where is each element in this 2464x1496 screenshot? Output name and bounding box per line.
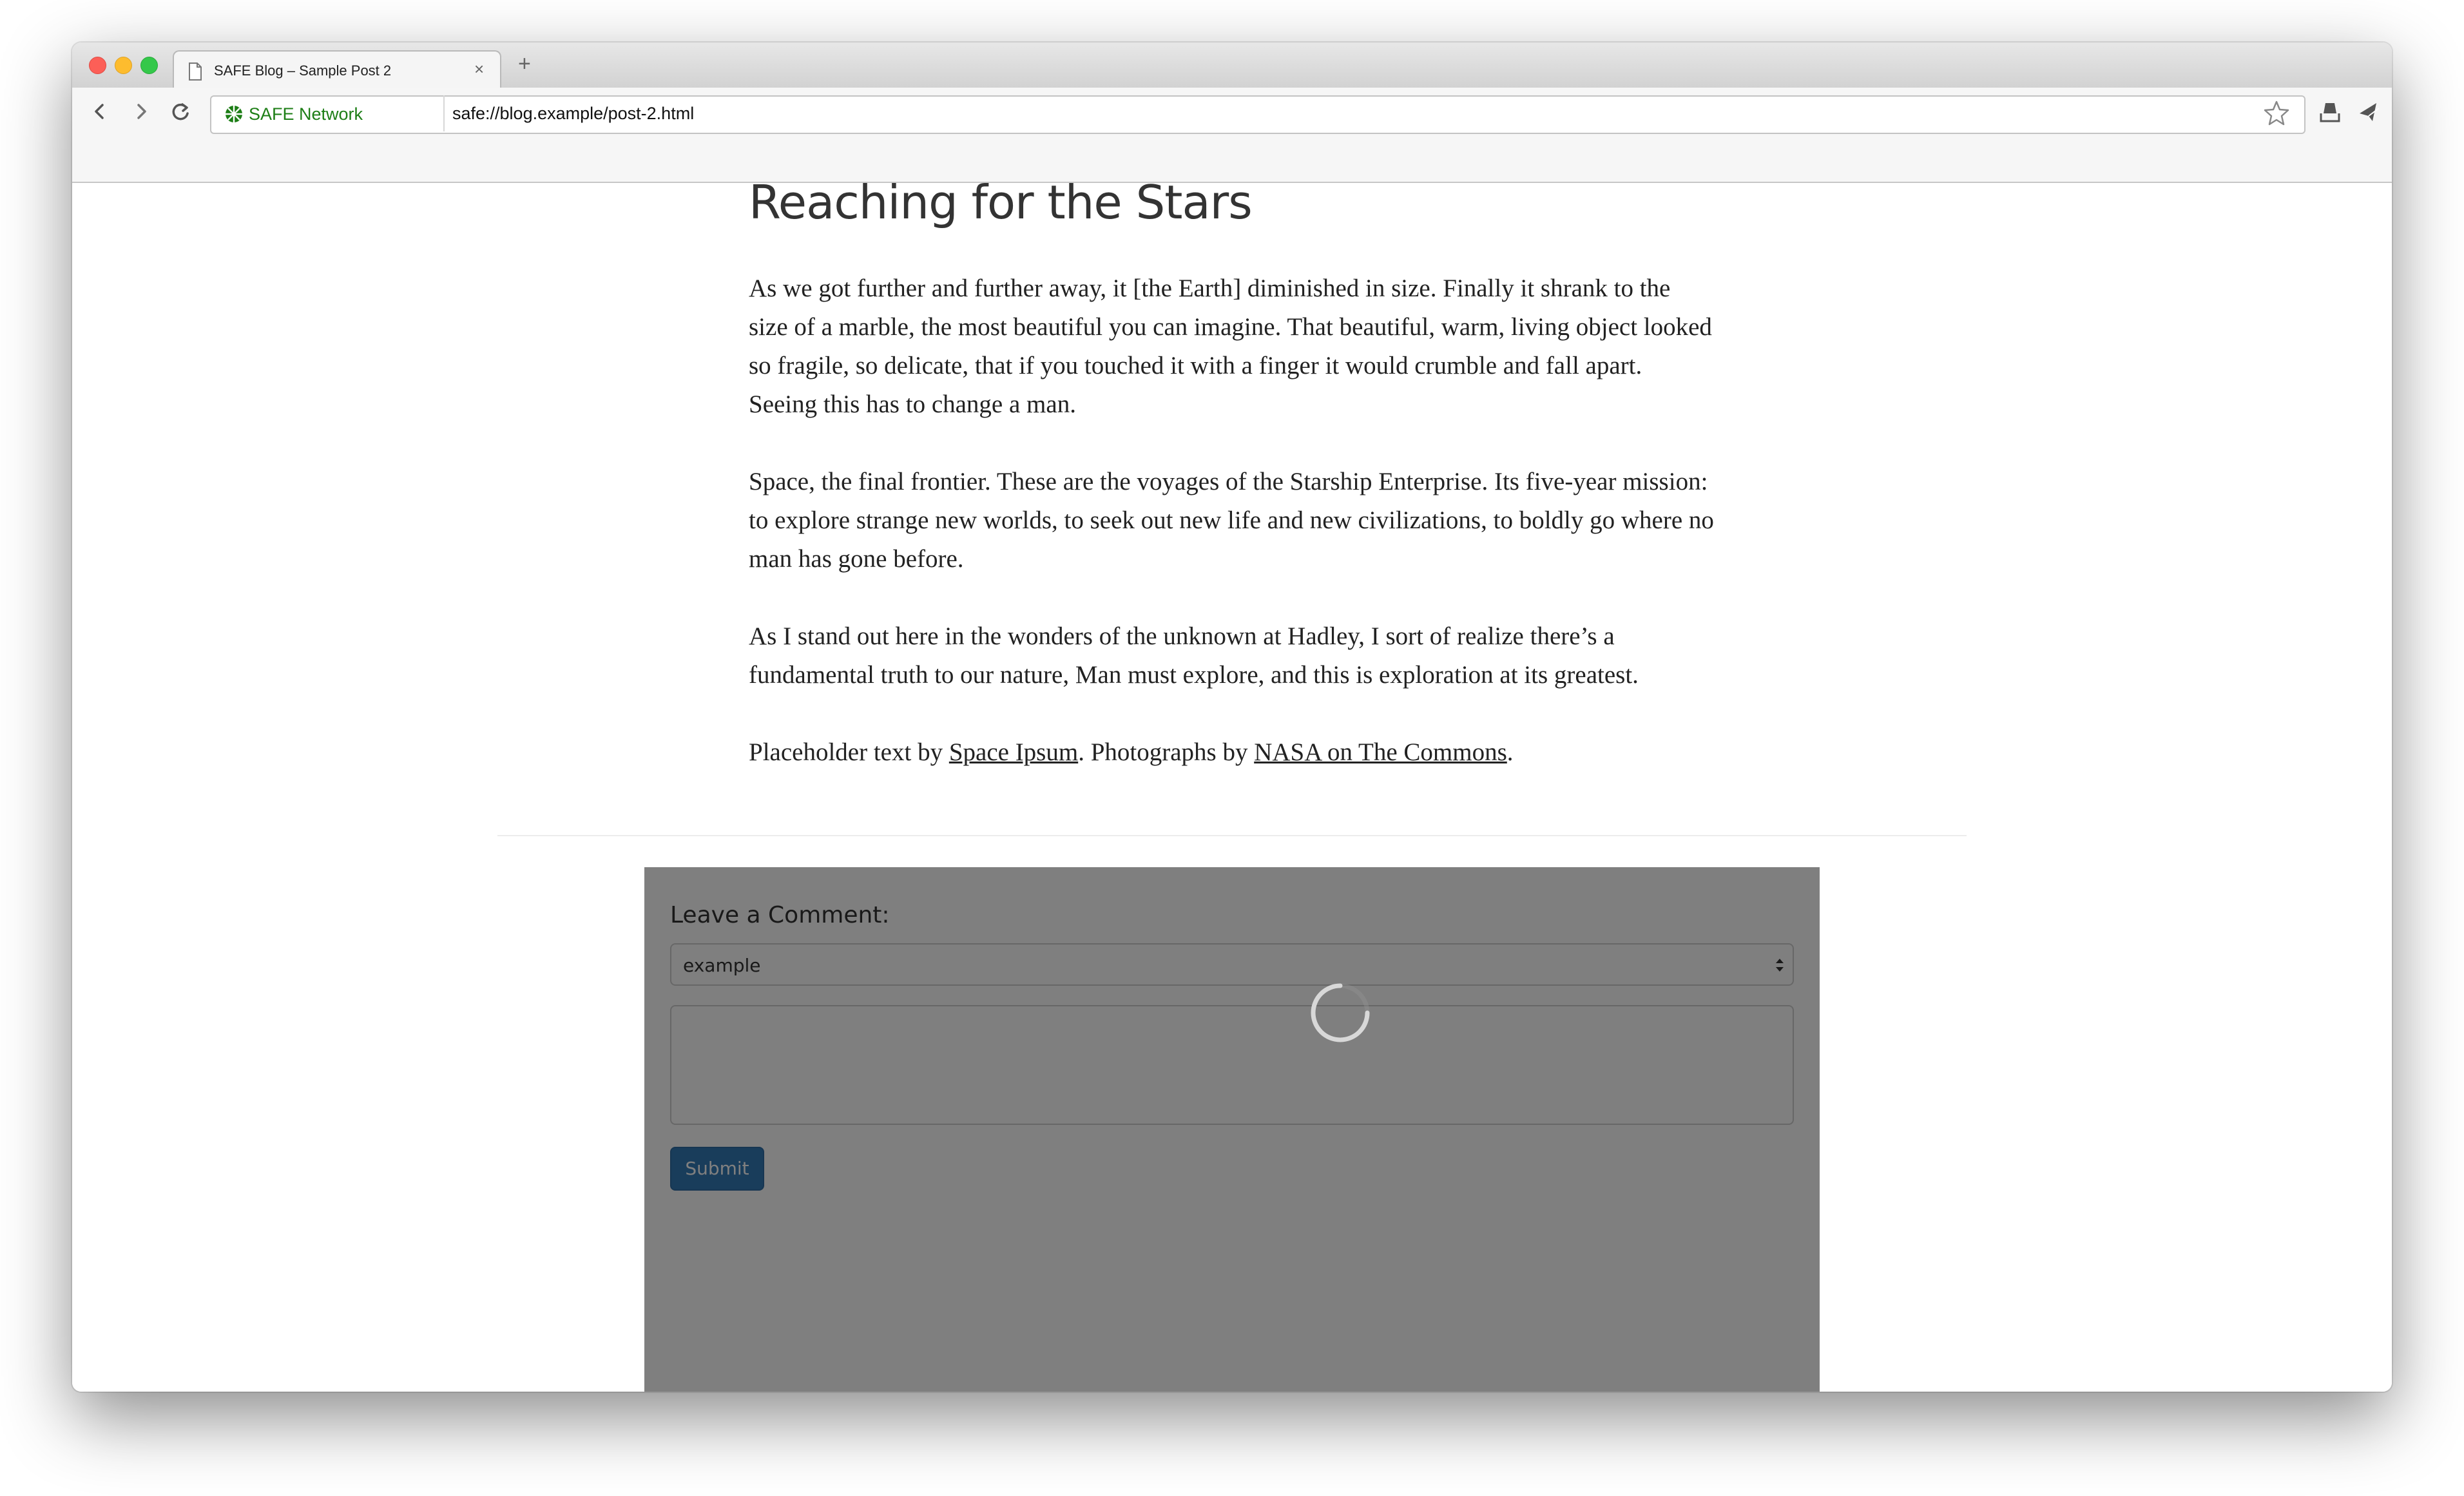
tab-title: SAFE Blog – Sample Post 2 [214, 62, 392, 79]
zoom-window-button[interactable] [140, 57, 158, 74]
save-icon[interactable] [2317, 99, 2343, 128]
close-window-button[interactable] [89, 57, 106, 74]
tab-close-icon[interactable]: × [474, 59, 484, 79]
page-icon [188, 62, 202, 84]
post-paragraph: Space, the final frontier. These are the… [749, 468, 1714, 573]
back-icon[interactable] [85, 97, 115, 126]
credits-suffix: . [1506, 738, 1514, 766]
section-divider [497, 835, 1967, 836]
credits-middle: . Photographs by [1078, 738, 1255, 766]
bookmark-star-icon[interactable] [2263, 99, 2290, 129]
new-tab-button[interactable]: + [518, 52, 531, 77]
space-ipsum-link[interactable]: Space Ipsum [949, 738, 1078, 766]
post-paragraph: As I stand out here in the wonders of th… [749, 622, 1639, 689]
tab-bar: SAFE Blog – Sample Post 2 × + [72, 43, 2392, 89]
post-title: Reaching for the Stars [749, 175, 1253, 229]
nasa-commons-link[interactable]: NASA on The Commons [1254, 738, 1507, 766]
tab-sample-post-2[interactable]: SAFE Blog – Sample Post 2 × [173, 50, 501, 89]
page-content: Reaching for the Stars As we got further… [72, 175, 2392, 1392]
loading-overlay [644, 867, 1820, 1392]
post-paragraph: As we got further and further away, it [… [749, 274, 1712, 418]
safe-network-icon [224, 104, 244, 127]
forward-icon[interactable] [126, 97, 156, 126]
credits-paragraph: Placeholder text by Space Ipsum. Photogr… [749, 733, 1715, 772]
security-label: SAFE Network [249, 104, 363, 124]
url-text[interactable]: safe://blog.example/post-2.html [452, 104, 694, 124]
browser-window: SAFE Blog – Sample Post 2 × + SAFE Netwo… [72, 43, 2392, 1392]
publish-icon[interactable] [2357, 99, 2383, 128]
security-indicator[interactable]: SAFE Network [211, 95, 445, 131]
reload-icon[interactable] [166, 97, 196, 126]
loading-spinner-icon [1309, 982, 1371, 1044]
minimize-window-button[interactable] [115, 57, 132, 74]
credits-prefix: Placeholder text by [749, 738, 949, 766]
